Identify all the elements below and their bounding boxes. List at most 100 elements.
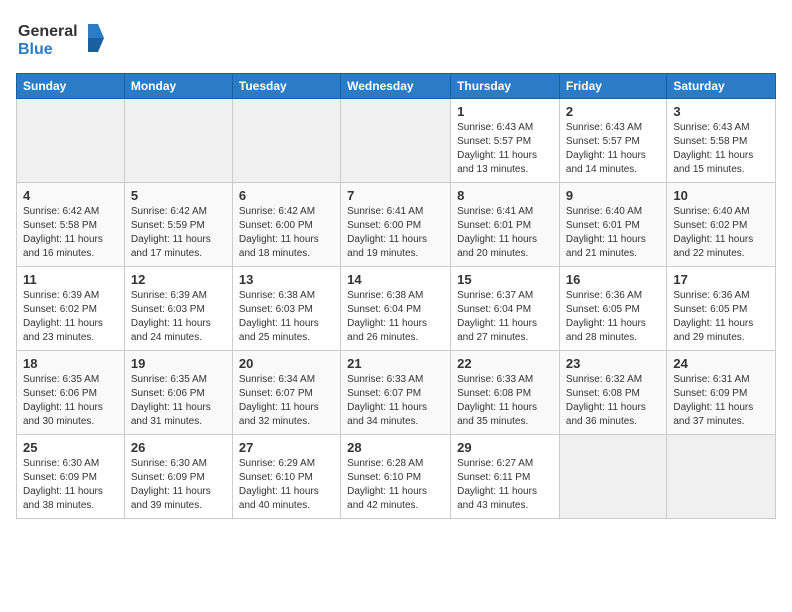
calendar-cell: 24 Sunrise: 6:31 AMSunset: 6:09 PMDayligh… xyxy=(667,351,776,435)
day-info: Sunrise: 6:43 AMSunset: 5:57 PMDaylight:… xyxy=(566,121,660,177)
calendar-header-tuesday: Tuesday xyxy=(232,74,340,99)
calendar-cell: 10 Sunrise: 6:40 AMSunset: 6:02 PMDayligh… xyxy=(667,183,776,267)
day-info: Sunrise: 6:43 AMSunset: 5:57 PMDaylight:… xyxy=(457,121,553,177)
day-info: Sunrise: 6:37 AMSunset: 6:04 PMDaylight:… xyxy=(457,289,553,345)
day-info: Sunrise: 6:41 AMSunset: 6:01 PMDaylight:… xyxy=(457,205,553,261)
day-info: Sunrise: 6:28 AMSunset: 6:10 PMDaylight:… xyxy=(347,457,444,513)
day-info: Sunrise: 6:31 AMSunset: 6:09 PMDaylight:… xyxy=(673,373,769,429)
day-info: Sunrise: 6:34 AMSunset: 6:07 PMDaylight:… xyxy=(239,373,334,429)
day-number: 1 xyxy=(457,104,553,119)
calendar-header-wednesday: Wednesday xyxy=(341,74,451,99)
day-number: 4 xyxy=(23,188,118,203)
day-info: Sunrise: 6:32 AMSunset: 6:08 PMDaylight:… xyxy=(566,373,660,429)
day-info: Sunrise: 6:33 AMSunset: 6:07 PMDaylight:… xyxy=(347,373,444,429)
calendar-header-monday: Monday xyxy=(124,74,232,99)
day-number: 22 xyxy=(457,356,553,371)
day-info: Sunrise: 6:36 AMSunset: 6:05 PMDaylight:… xyxy=(566,289,660,345)
day-number: 20 xyxy=(239,356,334,371)
calendar-week-3: 18 Sunrise: 6:35 AMSunset: 6:06 PMDayligh… xyxy=(17,351,776,435)
calendar-week-1: 4 Sunrise: 6:42 AMSunset: 5:58 PMDaylight… xyxy=(17,183,776,267)
day-number: 16 xyxy=(566,272,660,287)
day-info: Sunrise: 6:29 AMSunset: 6:10 PMDaylight:… xyxy=(239,457,334,513)
logo-wordmark: General Blue xyxy=(16,16,106,65)
day-number: 17 xyxy=(673,272,769,287)
calendar-cell xyxy=(17,99,125,183)
day-info: Sunrise: 6:35 AMSunset: 6:06 PMDaylight:… xyxy=(23,373,118,429)
calendar-cell xyxy=(667,435,776,519)
day-info: Sunrise: 6:40 AMSunset: 6:02 PMDaylight:… xyxy=(673,205,769,261)
day-info: Sunrise: 6:43 AMSunset: 5:58 PMDaylight:… xyxy=(673,121,769,177)
day-number: 25 xyxy=(23,440,118,455)
day-number: 5 xyxy=(131,188,226,203)
calendar-header-friday: Friday xyxy=(559,74,666,99)
day-info: Sunrise: 6:36 AMSunset: 6:05 PMDaylight:… xyxy=(673,289,769,345)
day-info: Sunrise: 6:35 AMSunset: 6:06 PMDaylight:… xyxy=(131,373,226,429)
calendar-cell: 26 Sunrise: 6:30 AMSunset: 6:09 PMDayligh… xyxy=(124,435,232,519)
logo: General Blue xyxy=(16,16,106,65)
calendar-cell: 27 Sunrise: 6:29 AMSunset: 6:10 PMDayligh… xyxy=(232,435,340,519)
calendar-cell: 17 Sunrise: 6:36 AMSunset: 6:05 PMDayligh… xyxy=(667,267,776,351)
day-number: 18 xyxy=(23,356,118,371)
day-number: 23 xyxy=(566,356,660,371)
calendar-cell: 12 Sunrise: 6:39 AMSunset: 6:03 PMDayligh… xyxy=(124,267,232,351)
day-number: 15 xyxy=(457,272,553,287)
calendar-week-4: 25 Sunrise: 6:30 AMSunset: 6:09 PMDayligh… xyxy=(17,435,776,519)
calendar-cell: 29 Sunrise: 6:27 AMSunset: 6:11 PMDayligh… xyxy=(451,435,560,519)
calendar-body: 1 Sunrise: 6:43 AMSunset: 5:57 PMDaylight… xyxy=(17,99,776,519)
day-info: Sunrise: 6:42 AMSunset: 5:58 PMDaylight:… xyxy=(23,205,118,261)
calendar-cell xyxy=(232,99,340,183)
day-info: Sunrise: 6:39 AMSunset: 6:03 PMDaylight:… xyxy=(131,289,226,345)
calendar-cell: 20 Sunrise: 6:34 AMSunset: 6:07 PMDayligh… xyxy=(232,351,340,435)
header: General Blue xyxy=(16,16,776,65)
calendar-cell: 5 Sunrise: 6:42 AMSunset: 5:59 PMDaylight… xyxy=(124,183,232,267)
day-number: 28 xyxy=(347,440,444,455)
calendar-cell: 25 Sunrise: 6:30 AMSunset: 6:09 PMDayligh… xyxy=(17,435,125,519)
day-info: Sunrise: 6:42 AMSunset: 5:59 PMDaylight:… xyxy=(131,205,226,261)
calendar-cell: 23 Sunrise: 6:32 AMSunset: 6:08 PMDayligh… xyxy=(559,351,666,435)
calendar-cell: 2 Sunrise: 6:43 AMSunset: 5:57 PMDaylight… xyxy=(559,99,666,183)
calendar-cell: 9 Sunrise: 6:40 AMSunset: 6:01 PMDaylight… xyxy=(559,183,666,267)
day-number: 27 xyxy=(239,440,334,455)
calendar-cell: 6 Sunrise: 6:42 AMSunset: 6:00 PMDaylight… xyxy=(232,183,340,267)
calendar-cell: 21 Sunrise: 6:33 AMSunset: 6:07 PMDayligh… xyxy=(341,351,451,435)
calendar-cell: 4 Sunrise: 6:42 AMSunset: 5:58 PMDaylight… xyxy=(17,183,125,267)
day-number: 10 xyxy=(673,188,769,203)
day-number: 14 xyxy=(347,272,444,287)
day-info: Sunrise: 6:38 AMSunset: 6:03 PMDaylight:… xyxy=(239,289,334,345)
day-info: Sunrise: 6:39 AMSunset: 6:02 PMDaylight:… xyxy=(23,289,118,345)
calendar-header-saturday: Saturday xyxy=(667,74,776,99)
day-number: 2 xyxy=(566,104,660,119)
day-number: 7 xyxy=(347,188,444,203)
day-number: 29 xyxy=(457,440,553,455)
calendar-cell: 19Sunrise: 6:35 AMSunset: 6:06 PMDayligh… xyxy=(124,351,232,435)
calendar-cell: 14Sunrise: 6:38 AMSunset: 6:04 PMDayligh… xyxy=(341,267,451,351)
day-info: Sunrise: 6:33 AMSunset: 6:08 PMDaylight:… xyxy=(457,373,553,429)
calendar-header-sunday: Sunday xyxy=(17,74,125,99)
calendar-cell: 22 Sunrise: 6:33 AMSunset: 6:08 PMDayligh… xyxy=(451,351,560,435)
day-info: Sunrise: 6:40 AMSunset: 6:01 PMDaylight:… xyxy=(566,205,660,261)
calendar-cell: 28 Sunrise: 6:28 AMSunset: 6:10 PMDayligh… xyxy=(341,435,451,519)
day-number: 12 xyxy=(131,272,226,287)
day-number: 13 xyxy=(239,272,334,287)
day-number: 26 xyxy=(131,440,226,455)
day-info: Sunrise: 6:42 AMSunset: 6:00 PMDaylight:… xyxy=(239,205,334,261)
day-number: 6 xyxy=(239,188,334,203)
day-number: 11 xyxy=(23,272,118,287)
day-number: 21 xyxy=(347,356,444,371)
calendar-cell: 3 Sunrise: 6:43 AMSunset: 5:58 PMDaylight… xyxy=(667,99,776,183)
day-number: 9 xyxy=(566,188,660,203)
calendar-table: SundayMondayTuesdayWednesdayThursdayFrid… xyxy=(16,73,776,519)
calendar-cell: 1 Sunrise: 6:43 AMSunset: 5:57 PMDaylight… xyxy=(451,99,560,183)
calendar-cell: 18 Sunrise: 6:35 AMSunset: 6:06 PMDayligh… xyxy=(17,351,125,435)
day-info: Sunrise: 6:30 AMSunset: 6:09 PMDaylight:… xyxy=(23,457,118,513)
day-number: 24 xyxy=(673,356,769,371)
logo-svg: General Blue xyxy=(16,16,106,60)
calendar-cell xyxy=(341,99,451,183)
calendar-cell xyxy=(559,435,666,519)
calendar-cell: 7Sunrise: 6:41 AMSunset: 6:00 PMDaylight… xyxy=(341,183,451,267)
day-info: Sunrise: 6:30 AMSunset: 6:09 PMDaylight:… xyxy=(131,457,226,513)
day-info: Sunrise: 6:27 AMSunset: 6:11 PMDaylight:… xyxy=(457,457,553,513)
calendar-week-0: 1 Sunrise: 6:43 AMSunset: 5:57 PMDaylight… xyxy=(17,99,776,183)
calendar-cell: 13 Sunrise: 6:38 AMSunset: 6:03 PMDayligh… xyxy=(232,267,340,351)
day-number: 3 xyxy=(673,104,769,119)
